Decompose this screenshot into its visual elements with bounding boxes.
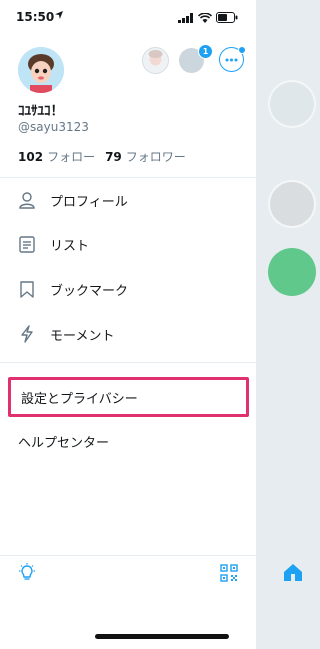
menu-item-profile[interactable]: プロフィール [18,188,128,212]
account-avatar-image [143,48,168,73]
person-icon [18,191,36,209]
more-indicator-dot [238,46,246,54]
followers-label[interactable]: フォロワー [126,148,186,165]
bookmark-icon [18,280,36,298]
list-icon [18,235,36,253]
more-dots-icon [225,58,238,61]
divider [0,555,256,556]
following-count[interactable]: 102 [18,150,43,164]
menu-item-label: ブックマーク [50,283,129,299]
cellular-signal-icon [178,12,193,23]
status-time: 15:50 [16,10,55,24]
timeline-avatar[interactable] [268,180,316,228]
home-indicator[interactable] [95,634,229,639]
user-handle: @sayu3123 [18,120,89,134]
help-center-item[interactable]: ヘルプセンター [18,432,109,451]
follow-stats: 102 フォロー 79 フォロワー [18,148,192,165]
profile-avatar[interactable] [18,47,64,93]
divider [0,177,256,178]
timeline-avatar[interactable] [268,248,316,296]
account-switch-avatar[interactable] [142,47,169,74]
side-drawer: 15:50 1 ｺﾕｻﾕｺ！ @sayu3123 102 フォロー 79 フォロ… [0,0,256,649]
battery-icon [216,12,238,23]
wifi-icon [198,12,212,23]
display-name[interactable]: ｺﾕｻﾕｺ！ [18,100,64,119]
menu-item-label: リスト [50,238,90,254]
menu-item-moments[interactable]: モーメント [18,322,114,346]
notification-badge: 1 [198,44,213,59]
home-tab-icon[interactable] [282,561,304,583]
lightning-icon [18,325,36,343]
qr-code-icon[interactable] [220,564,238,582]
status-icons [178,12,238,23]
settings-privacy-item[interactable]: 設定とプライバシー [8,377,249,417]
divider [0,362,256,363]
settings-label: 設定とプライバシー [21,391,138,407]
following-label[interactable]: フォロー [47,148,95,165]
menu-item-lists[interactable]: リスト [18,232,89,256]
menu-item-bookmarks[interactable]: ブックマーク [18,277,128,301]
location-arrow-icon [55,11,63,19]
avatar-image [18,47,64,93]
menu-item-label: モーメント [50,328,115,344]
lightbulb-icon[interactable] [17,563,37,583]
followers-count[interactable]: 79 [105,150,122,164]
status-bar: 15:50 [0,0,256,34]
menu-item-label: プロフィール [50,194,128,210]
timeline-avatar[interactable] [268,80,316,128]
